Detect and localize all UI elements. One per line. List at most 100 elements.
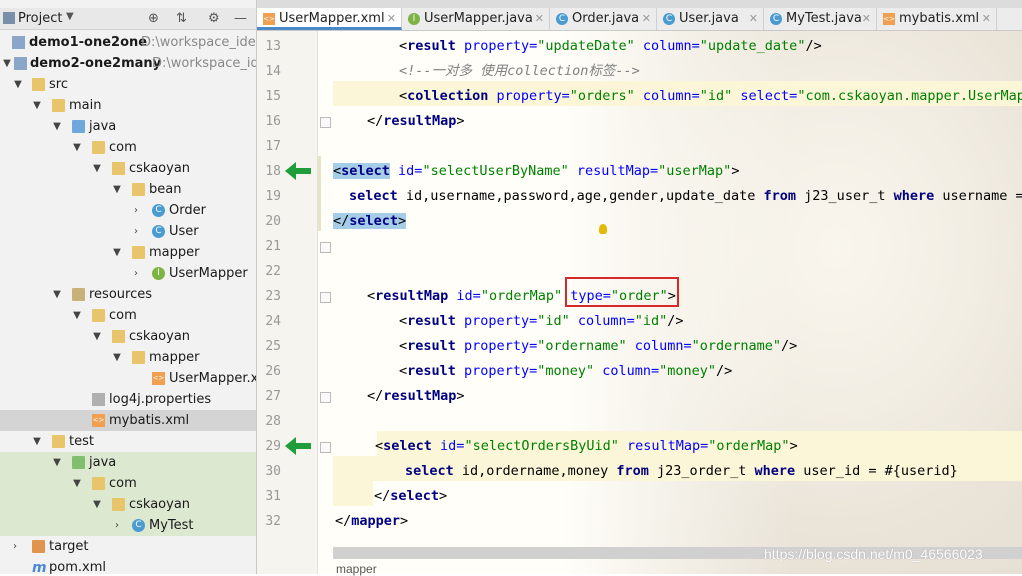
tab-usermapper-xml[interactable]: <> UserMapper.xml ✕ — [257, 8, 402, 30]
fold-marker[interactable] — [320, 242, 331, 253]
tree-item-java[interactable]: ▼ java — [0, 116, 256, 137]
code-line-19: select id,username,password,age,gender,u… — [349, 188, 1022, 204]
tree-item-bean[interactable]: ▼ bean — [0, 179, 256, 200]
package-icon — [112, 498, 125, 511]
tree-item-main[interactable]: ▼ main — [0, 95, 256, 116]
folder-icon — [92, 309, 105, 322]
tree-item-mapper-pkg[interactable]: ▼ mapper — [0, 242, 256, 263]
chevron-right-icon[interactable]: › — [131, 200, 141, 221]
close-icon[interactable]: ✕ — [749, 8, 758, 30]
tree-item-pom[interactable]: m pom.xml — [0, 557, 256, 574]
tree-item-demo1[interactable]: demo1-one2one D:\workspace_idea\2 — [0, 32, 256, 53]
close-icon[interactable]: ✕ — [982, 8, 991, 30]
fold-marker[interactable] — [320, 442, 331, 453]
chevron-right-icon[interactable]: › — [131, 221, 141, 242]
package-icon — [132, 246, 145, 259]
tree-item-cskaoyan[interactable]: ▼ cskaoyan — [0, 158, 256, 179]
collapse-icon[interactable]: ⇅ — [176, 11, 187, 26]
folder-icon — [52, 435, 65, 448]
chevron-down-icon[interactable]: ▼ — [2, 53, 12, 74]
tree-item-order[interactable]: › C Order — [0, 200, 256, 221]
chevron-down-icon[interactable]: ▼ — [32, 95, 42, 116]
chevron-down-icon[interactable]: ▼ — [66, 11, 74, 22]
tree-item-label: UserMapper.xml — [169, 371, 256, 386]
code-line-31: </select> — [374, 488, 448, 504]
chevron-down-icon[interactable]: ▼ — [52, 116, 62, 137]
tab-user-java[interactable]: C User.java ✕ — [657, 8, 764, 30]
tree-item-res-mapper[interactable]: ▼ mapper — [0, 347, 256, 368]
close-icon[interactable]: ✕ — [387, 8, 396, 30]
tree-item-path: D:\workspace_idea\2 — [141, 35, 256, 50]
tree-item-mybatis-xml[interactable]: <> mybatis.xml — [0, 410, 256, 431]
tree-item-demo2[interactable]: ▼ demo2-one2many D:\workspace_idea — [0, 53, 256, 74]
folder-icon — [112, 330, 125, 343]
tree-item-src[interactable]: ▼ src — [0, 74, 256, 95]
line-number: 26 — [265, 364, 281, 379]
tab-mybatis-xml[interactable]: <> mybatis.xml ✕ — [877, 8, 997, 30]
chevron-down-icon[interactable]: ▼ — [92, 326, 102, 347]
chevron-down-icon[interactable]: ▼ — [52, 452, 62, 473]
fold-marker[interactable] — [320, 392, 331, 403]
chevron-down-icon[interactable]: ▼ — [92, 494, 102, 515]
close-icon[interactable]: ✕ — [642, 8, 651, 30]
chevron-right-icon[interactable]: › — [131, 263, 141, 284]
gear-icon[interactable]: ⚙ — [208, 11, 220, 26]
tree-item-label: test — [69, 434, 94, 449]
tree-item-resources[interactable]: ▼ resources — [0, 284, 256, 305]
chevron-down-icon[interactable]: ▼ — [72, 473, 82, 494]
chevron-down-icon[interactable]: ▼ — [72, 137, 82, 158]
chevron-down-icon[interactable]: ▼ — [112, 242, 122, 263]
chevron-down-icon[interactable]: ▼ — [72, 305, 82, 326]
tree-item-user[interactable]: › C User — [0, 221, 256, 242]
close-icon[interactable]: ✕ — [862, 8, 871, 30]
tab-label: UserMapper.xml — [279, 11, 385, 26]
tab-order-java[interactable]: C Order.java ✕ — [550, 8, 657, 30]
tab-label: mybatis.xml — [899, 11, 980, 26]
chevron-down-icon[interactable]: ▼ — [32, 431, 42, 452]
fold-marker[interactable] — [320, 117, 331, 128]
class-icon: C — [152, 204, 165, 217]
close-icon[interactable]: ✕ — [535, 8, 544, 30]
tree-item-label: User — [169, 224, 199, 239]
chevron-down-icon[interactable]: ▼ — [52, 284, 62, 305]
locate-icon[interactable]: ⊕ — [148, 11, 159, 26]
tree-item-log4j[interactable]: log4j.properties — [0, 389, 256, 410]
lightbulb-icon[interactable] — [599, 224, 607, 234]
tree-item-res-com[interactable]: ▼ com — [0, 305, 256, 326]
chevron-right-icon[interactable]: › — [112, 515, 122, 536]
minimize-icon[interactable]: — — [234, 11, 247, 26]
tree-item-target[interactable]: › target — [0, 536, 256, 557]
chevron-down-icon[interactable]: ▼ — [112, 347, 122, 368]
line-number: 21 — [265, 239, 281, 254]
tree-item-label: mapper — [149, 350, 200, 365]
tree-item-test-cskaoyan[interactable]: ▼ cskaoyan — [0, 494, 256, 515]
tree-item-com[interactable]: ▼ com — [0, 137, 256, 158]
tree-item-res-cskaoyan[interactable]: ▼ cskaoyan — [0, 326, 256, 347]
chevron-down-icon[interactable]: ▼ — [13, 74, 23, 95]
tab-usermapper-java[interactable]: I UserMapper.java ✕ — [402, 8, 550, 30]
tree-item-usermapper-xml[interactable]: <> UserMapper.xml — [0, 368, 256, 389]
tree-item-label: cskaoyan — [129, 329, 191, 344]
project-title[interactable]: Project — [18, 11, 62, 26]
tree-item-test-com[interactable]: ▼ com — [0, 473, 256, 494]
tree-item-mytest[interactable]: › C MyTest — [0, 515, 256, 536]
fold-marker[interactable] — [320, 292, 331, 303]
xml-file-icon: <> — [883, 13, 895, 25]
tab-mytest-java[interactable]: C MyTest.java ✕ — [764, 8, 877, 30]
tree-item-test[interactable]: ▼ test — [0, 431, 256, 452]
tree-item-usermapper[interactable]: › I UserMapper — [0, 263, 256, 284]
chevron-down-icon[interactable]: ▼ — [92, 158, 102, 179]
line-number: 25 — [265, 339, 281, 354]
arrow-left-icon — [285, 162, 311, 180]
line-number: 20 — [265, 214, 281, 229]
chevron-right-icon[interactable]: › — [10, 536, 20, 557]
line-number: 32 — [265, 514, 281, 529]
package-icon — [92, 141, 105, 154]
chevron-down-icon[interactable]: ▼ — [112, 179, 122, 200]
code-line-25: <result property="ordername" column="ord… — [399, 338, 798, 354]
tab-label: UserMapper.java — [424, 11, 533, 26]
annotation-red-box — [565, 277, 679, 307]
resources-folder-icon — [72, 288, 85, 301]
tree-item-label: pom.xml — [49, 560, 106, 574]
tree-item-test-java[interactable]: ▼ java — [0, 452, 256, 473]
